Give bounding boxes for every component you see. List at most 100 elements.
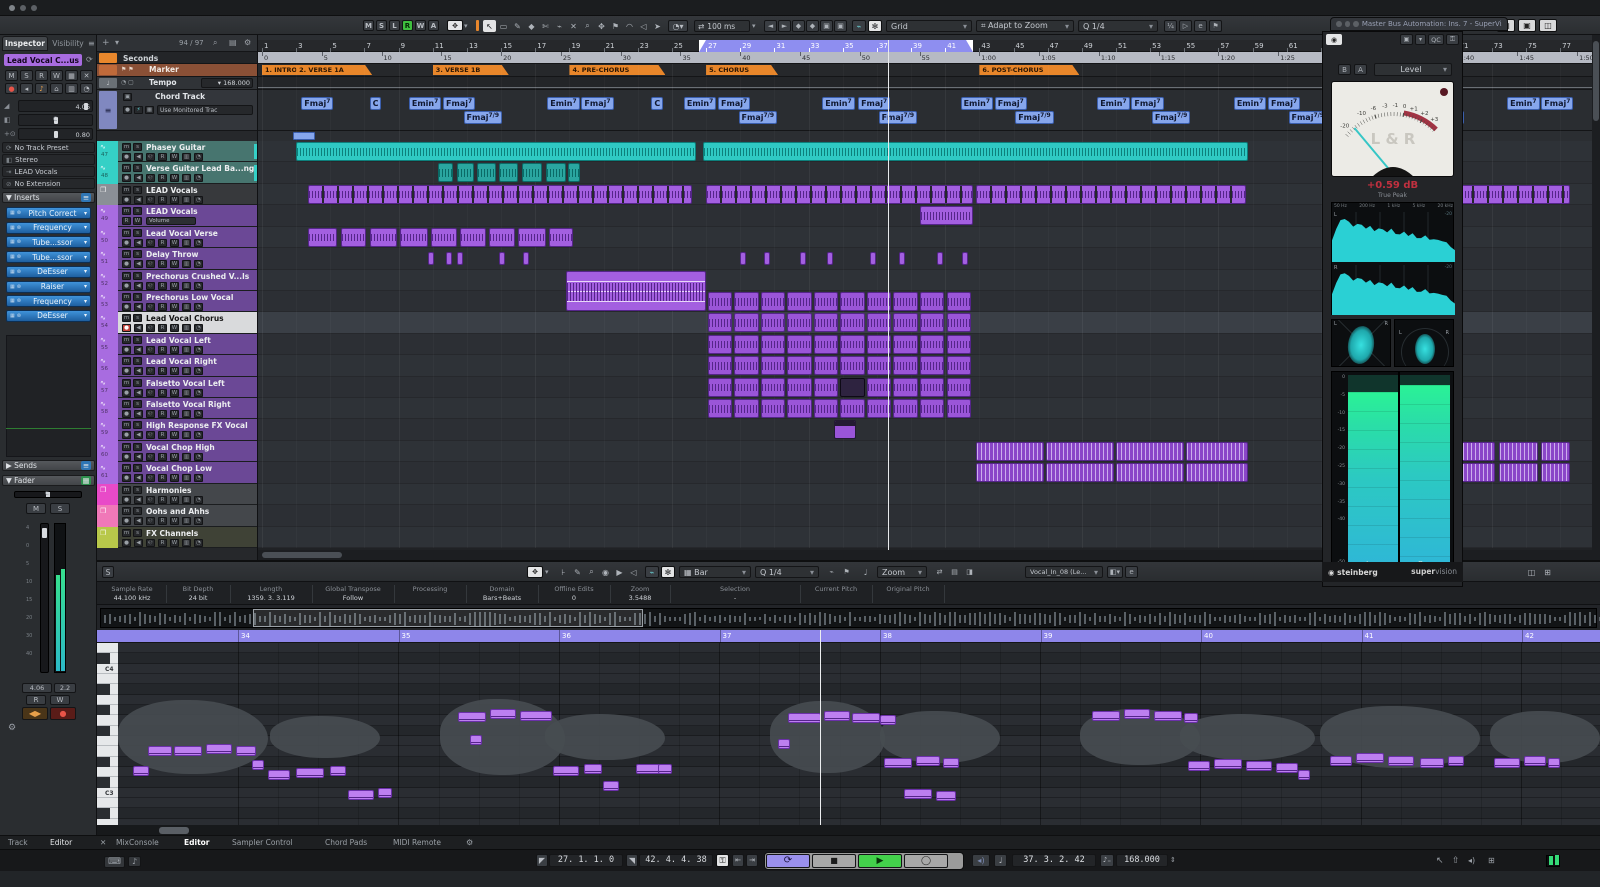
record-arm-button[interactable]: ● bbox=[122, 303, 131, 311]
mute-button[interactable]: m bbox=[122, 529, 131, 537]
lane-icon[interactable]: ▥ bbox=[182, 303, 191, 311]
variaudio-segment[interactable] bbox=[1276, 763, 1298, 773]
write-button[interactable]: W bbox=[170, 389, 179, 397]
record-arm-button[interactable]: ● bbox=[122, 324, 131, 332]
module-dropdown[interactable]: Level▾ bbox=[1374, 63, 1452, 76]
editor-zoom-tool[interactable]: ⌕ bbox=[585, 566, 598, 578]
track-row[interactable]: ∿51msDelay Throw●◀℮RW▥◔ bbox=[97, 248, 258, 269]
editor-edit-button[interactable]: e bbox=[1125, 566, 1138, 578]
editor-color-dropdown[interactable]: ◧▾ bbox=[1107, 566, 1123, 578]
lane-icon[interactable]: ▥ bbox=[182, 474, 191, 482]
solo-button[interactable]: s bbox=[133, 143, 142, 151]
track-button-W[interactable]: W bbox=[50, 70, 63, 81]
freeze-icon[interactable]: ◔ bbox=[194, 389, 203, 397]
audio-event[interactable] bbox=[920, 399, 944, 418]
variaudio-segment[interactable] bbox=[658, 764, 672, 774]
left-zone-tab-editor[interactable]: Editor bbox=[50, 838, 72, 847]
nudge-button[interactable]: ► bbox=[778, 20, 791, 32]
metronome-icon[interactable]: ♩ bbox=[994, 854, 1007, 867]
audio-event[interactable] bbox=[457, 163, 474, 182]
channel-pan-slider[interactable]: C bbox=[14, 491, 82, 498]
audio-event[interactable] bbox=[522, 163, 542, 182]
track-row[interactable]: ∿48msVerse Guitar Lead Ba...ng●◀℮RW▥◔ bbox=[97, 162, 258, 183]
audio-event[interactable] bbox=[840, 356, 864, 375]
variaudio-segment[interactable] bbox=[1330, 756, 1352, 766]
audio-event[interactable] bbox=[566, 271, 706, 312]
editor-window-icon[interactable]: ◫ bbox=[1525, 566, 1538, 578]
audio-event[interactable] bbox=[489, 228, 515, 247]
m-icon[interactable]: ▣ bbox=[123, 93, 132, 101]
variaudio-segment[interactable] bbox=[943, 758, 959, 768]
audio-event[interactable] bbox=[428, 252, 434, 265]
midi-button[interactable]: ♪ bbox=[35, 83, 48, 94]
solo-button[interactable]: s bbox=[133, 250, 142, 258]
variaudio-segment[interactable] bbox=[252, 760, 264, 770]
audio-event[interactable] bbox=[761, 313, 785, 332]
piano-key-black[interactable] bbox=[97, 653, 110, 663]
mute-button[interactable]: m bbox=[122, 186, 131, 194]
split-tool[interactable]: ✄ bbox=[539, 20, 552, 32]
right-locator-value[interactable]: 42. 4. 4. 38 bbox=[639, 854, 713, 867]
solo-button[interactable]: s bbox=[133, 464, 142, 472]
variaudio-segment[interactable] bbox=[1548, 758, 1560, 768]
quick-controls-button[interactable]: QC bbox=[1428, 34, 1444, 45]
grid-toggle-icon[interactable]: ⊞ bbox=[1488, 856, 1495, 865]
track-row[interactable]: ∿61msVocal Chop Low●◀℮RW▥◔ bbox=[97, 462, 258, 483]
monitor-button[interactable]: ◀ bbox=[134, 431, 143, 439]
record-icon[interactable]: ● bbox=[123, 106, 132, 114]
editor-listen-tool[interactable]: ◉ bbox=[599, 566, 612, 578]
inspector-row[interactable]: ◧Stereo bbox=[2, 154, 95, 165]
tempo-track[interactable]: ♩◔ ▢Tempo▾ 168.000 bbox=[97, 77, 258, 90]
track-button-S[interactable]: S bbox=[20, 70, 33, 81]
piano-key-black[interactable] bbox=[97, 808, 110, 818]
audio-event[interactable] bbox=[457, 252, 463, 265]
audio-event[interactable] bbox=[840, 335, 864, 354]
solo-button[interactable]: s bbox=[133, 379, 142, 387]
traffic-light-icon[interactable] bbox=[1336, 21, 1342, 27]
audio-event[interactable] bbox=[734, 356, 758, 375]
audio-event[interactable] bbox=[787, 356, 811, 375]
record-arm-button[interactable]: ● bbox=[122, 474, 131, 482]
audio-event[interactable] bbox=[477, 163, 496, 182]
variaudio-segment[interactable] bbox=[206, 744, 232, 754]
audio-event[interactable] bbox=[761, 356, 785, 375]
audio-event[interactable] bbox=[708, 378, 732, 397]
range-tool[interactable]: ▭ bbox=[497, 20, 510, 32]
insert-slot[interactable]: ▦⊜Tube...ssor▾ bbox=[6, 236, 91, 248]
freeze-button[interactable]: ◔ bbox=[80, 83, 93, 94]
write-button[interactable]: W bbox=[170, 324, 179, 332]
read-button[interactable]: R bbox=[158, 239, 167, 247]
record-arm-button[interactable]: ● bbox=[122, 389, 131, 397]
freeze-icon[interactable]: ◔ bbox=[194, 153, 203, 161]
edit-channel-button[interactable]: ℮ bbox=[146, 282, 155, 290]
read-button[interactable]: R bbox=[158, 496, 167, 504]
audio-event[interactable] bbox=[893, 335, 917, 354]
audio-event[interactable] bbox=[1116, 463, 1184, 482]
mute-button[interactable]: m bbox=[122, 379, 131, 387]
editor-icon[interactable]: ⚑ bbox=[840, 566, 853, 578]
audition-tool[interactable]: ⚑ bbox=[609, 20, 622, 32]
mute-button[interactable]: m bbox=[122, 421, 131, 429]
nudge-button[interactable]: ▣ bbox=[834, 20, 847, 32]
audio-event[interactable] bbox=[920, 335, 944, 354]
pitch-row[interactable] bbox=[118, 695, 1600, 705]
automation-m-button[interactable]: M bbox=[363, 20, 374, 31]
write-button[interactable]: W bbox=[170, 239, 179, 247]
audio-event[interactable] bbox=[431, 228, 457, 247]
audio-event[interactable] bbox=[761, 335, 785, 354]
write-button[interactable]: W bbox=[170, 282, 179, 290]
marker-track[interactable]: ⚑ ⚑Marker bbox=[97, 64, 258, 77]
fader-pan-value[interactable]: 2.2 bbox=[54, 683, 76, 693]
record-arm-button[interactable]: ● bbox=[50, 707, 76, 720]
editor-quantize-dropdown[interactable]: Q 1/4▾ bbox=[755, 566, 819, 578]
traffic-light-icon[interactable] bbox=[20, 5, 26, 11]
record-arm-button[interactable]: ● bbox=[122, 367, 131, 375]
lane-icon[interactable]: ▥ bbox=[182, 153, 191, 161]
info-value[interactable]: Follow bbox=[312, 594, 394, 603]
track-row[interactable]: ❐msFX Channels●◀℮RW▥◔ bbox=[97, 527, 258, 548]
pitch-row[interactable] bbox=[118, 798, 1600, 808]
audio-event[interactable] bbox=[549, 228, 573, 247]
variaudio-segment[interactable] bbox=[880, 715, 896, 725]
edit-channel-button[interactable]: ℮ bbox=[146, 496, 155, 504]
variaudio-segment[interactable] bbox=[1524, 756, 1546, 766]
